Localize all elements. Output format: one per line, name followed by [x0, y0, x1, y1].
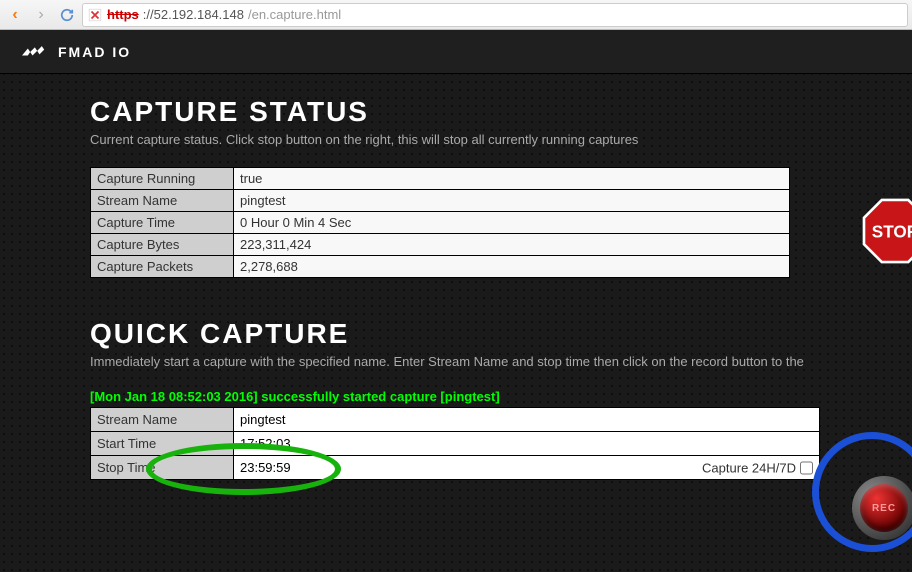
row-value: 0 Hour 0 Min 4 Sec: [234, 212, 790, 234]
brand-text: FMAD IO: [58, 44, 131, 60]
stream-name-input[interactable]: [234, 408, 819, 431]
forward-button[interactable]: ›: [30, 4, 52, 26]
table-row: Capture Packets2,278,688: [91, 256, 790, 278]
record-icon: REC: [852, 476, 912, 540]
url-host: ://52.192.184.148: [143, 7, 244, 22]
reload-button[interactable]: [56, 4, 78, 26]
url-scheme: https: [107, 7, 139, 22]
table-row: Stop Time Capture 24H/7D: [91, 456, 820, 480]
row-value: 2,278,688: [234, 256, 790, 278]
row-value: 223,311,424: [234, 234, 790, 256]
table-row: Stream Name: [91, 408, 820, 432]
capture-247-checkbox[interactable]: [800, 461, 813, 474]
row-value: pingtest: [234, 190, 790, 212]
table-row: Capture Runningtrue: [91, 168, 790, 190]
quick-capture-status: [Mon Jan 18 08:52:03 2016] successfully …: [90, 389, 912, 404]
logo-icon: [22, 43, 50, 61]
url-path: /en.capture.html: [248, 7, 341, 22]
url-bar[interactable]: https ://52.192.184.148/en.capture.html: [82, 3, 908, 27]
row-label: Start Time: [91, 432, 234, 456]
browser-toolbar: ‹ › https ://52.192.184.148/en.capture.h…: [0, 0, 912, 30]
table-row: Capture Time0 Hour 0 Min 4 Sec: [91, 212, 790, 234]
rec-label: REC: [872, 503, 896, 514]
table-row: Capture Bytes223,311,424: [91, 234, 790, 256]
capture-status-heading: CAPTURE STATUS: [90, 96, 912, 128]
page-body: FMAD IO CAPTURE STATUS Current capture s…: [0, 30, 912, 572]
table-row: Stream Namepingtest: [91, 190, 790, 212]
back-button[interactable]: ‹: [4, 4, 26, 26]
capture-status-subtitle: Current capture status. Click stop butto…: [90, 132, 912, 147]
security-warning-icon: [87, 7, 103, 23]
start-time-input[interactable]: [234, 432, 819, 455]
row-label: Capture Bytes: [91, 234, 234, 256]
quick-capture-heading: QUICK CAPTURE: [90, 318, 912, 350]
stop-icon: STOP: [862, 198, 912, 264]
brand-logo[interactable]: FMAD IO: [22, 43, 131, 61]
site-header: FMAD IO: [0, 30, 912, 74]
row-label: Stream Name: [91, 190, 234, 212]
svg-text:STOP: STOP: [872, 222, 912, 242]
row-label: Capture Running: [91, 168, 234, 190]
capture-247-label: Capture 24H/7D: [702, 460, 796, 475]
capture-status-table: Capture Runningtrue Stream Namepingtest …: [90, 167, 790, 278]
row-label: Stream Name: [91, 408, 234, 432]
table-row: Start Time: [91, 432, 820, 456]
row-label: Capture Time: [91, 212, 234, 234]
row-value: true: [234, 168, 790, 190]
row-label: Stop Time: [91, 456, 234, 480]
stop-button[interactable]: STOP: [862, 198, 912, 264]
quick-capture-subtitle: Immediately start a capture with the spe…: [90, 354, 912, 369]
record-button[interactable]: REC: [852, 476, 912, 540]
row-label: Capture Packets: [91, 256, 234, 278]
quick-capture-table: Stream Name Start Time Stop Time Capture…: [90, 407, 820, 480]
